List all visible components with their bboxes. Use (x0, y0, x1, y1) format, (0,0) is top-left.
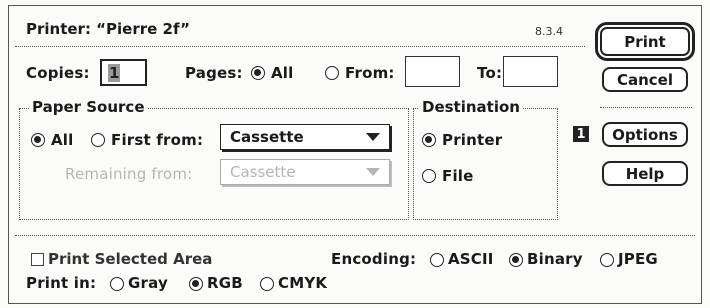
destination-file-label: File (442, 167, 474, 185)
pages-label: Pages: (185, 64, 243, 82)
print-button[interactable]: Print (595, 22, 695, 61)
print-in-cmyk-radio[interactable] (260, 276, 274, 295)
pages-all-radio-dot (251, 66, 265, 80)
first-from-value: Cassette (230, 128, 304, 146)
destination-printer-label: Printer (442, 131, 503, 149)
paper-first-from-radio-dot (91, 133, 105, 147)
print-in-cmyk-label: CMYK (278, 274, 328, 292)
print-selected-area-box (31, 253, 44, 266)
paper-all-label: All (51, 131, 74, 149)
encoding-binary-radio-dot (509, 253, 523, 267)
pages-all-label: All (271, 64, 294, 82)
print-in-gray-radio-dot (110, 277, 124, 291)
print-in-cmyk-radio-dot (260, 277, 274, 291)
print-selected-area-checkbox[interactable] (31, 253, 44, 266)
dialog-title: Printer: “Pierre 2f” (26, 20, 190, 38)
first-from-arrow-icon (366, 133, 380, 141)
paper-all-radio[interactable] (31, 132, 45, 151)
options-button[interactable]: Options (602, 122, 688, 147)
print-selected-area-label: Print Selected Area (48, 250, 213, 268)
destination-printer-radio[interactable] (422, 132, 436, 151)
help-button[interactable]: Help (602, 161, 688, 186)
first-from-label: First from: (111, 131, 204, 149)
destination-label: Destination (419, 98, 523, 116)
options-count-badge: 1 (573, 126, 589, 142)
encoding-ascii-radio-dot (430, 253, 444, 267)
print-in-rgb-radio-dot (189, 277, 203, 291)
pages-to-field[interactable] (503, 56, 558, 87)
destination-file-radio-dot (422, 169, 436, 183)
remaining-from-popup: Cassette (220, 159, 390, 185)
pages-from-label: From: (345, 64, 395, 82)
remaining-from-value: Cassette (230, 163, 296, 181)
pages-from-radio-dot (325, 66, 339, 80)
paper-all-radio-dot (31, 133, 45, 147)
pages-from-field[interactable] (405, 56, 460, 87)
print-in-gray-radio[interactable] (110, 276, 124, 295)
print-in-rgb-radio[interactable] (189, 276, 203, 295)
version-label: 8.3.4 (535, 25, 563, 38)
encoding-jpeg-radio-dot (600, 253, 614, 267)
pages-from-radio[interactable] (325, 65, 339, 84)
encoding-binary-label: Binary (527, 250, 583, 268)
title-separator (15, 46, 585, 47)
destination-printer-radio-dot (422, 133, 436, 147)
print-dialog: Printer: “Pierre 2f” 8.3.4 Copies: 1 Pag… (8, 5, 702, 304)
encoding-binary-radio[interactable] (509, 252, 523, 271)
encoding-ascii-label: ASCII (448, 250, 494, 268)
encoding-label: Encoding: (331, 250, 417, 268)
pages-all-radio[interactable] (251, 65, 265, 84)
destination-group (413, 108, 558, 220)
first-from-popup[interactable]: Cassette (220, 124, 390, 150)
print-in-rgb-label: RGB (207, 274, 243, 292)
encoding-jpeg-radio[interactable] (600, 252, 614, 271)
print-in-gray-label: Gray (128, 274, 168, 292)
buttons-separator (600, 107, 692, 108)
copies-value: 1 (108, 64, 121, 82)
bottom-separator (15, 235, 695, 236)
copies-label: Copies: (26, 64, 90, 82)
paper-first-from-radio[interactable] (91, 132, 105, 151)
destination-file-radio[interactable] (422, 168, 436, 187)
encoding-ascii-radio[interactable] (430, 252, 444, 271)
cancel-button[interactable]: Cancel (602, 67, 688, 92)
remaining-from-label: Remaining from: (65, 165, 193, 183)
pages-to-label: To: (477, 64, 503, 82)
copies-field[interactable]: 1 (100, 59, 147, 86)
paper-source-label: Paper Source (29, 98, 148, 116)
encoding-jpeg-label: JPEG (618, 250, 658, 268)
remaining-from-arrow-icon (366, 168, 380, 176)
print-in-label: Print in: (26, 274, 97, 292)
